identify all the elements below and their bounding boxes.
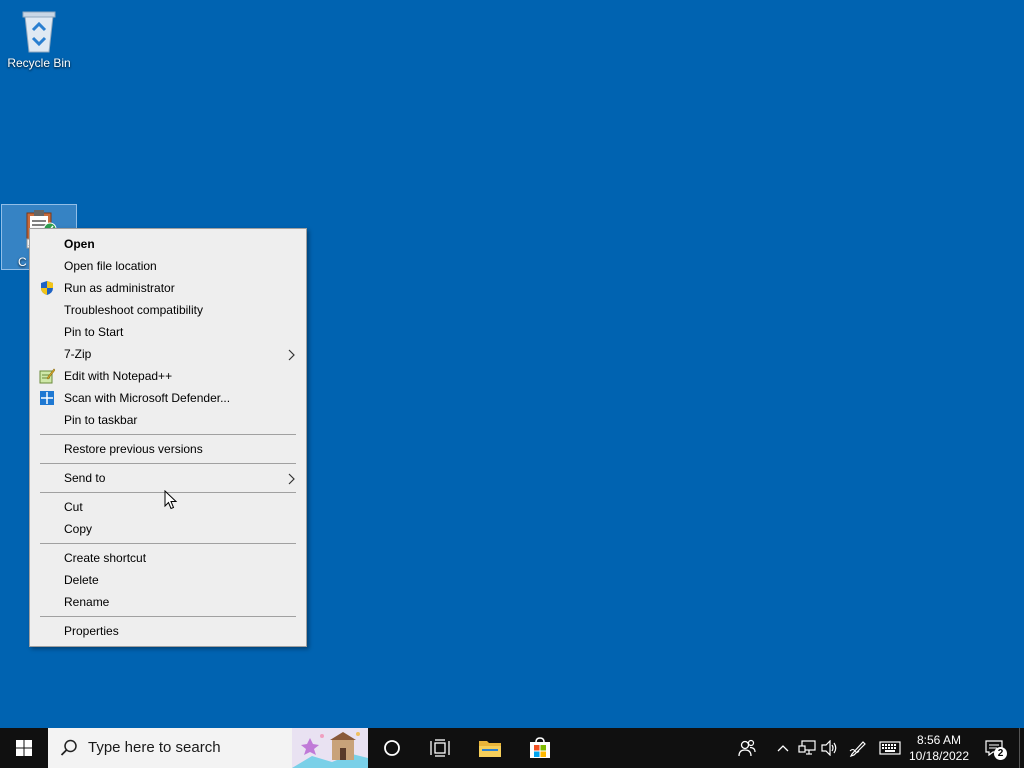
- menu-item-label: Pin to Start: [64, 325, 124, 339]
- touch-keyboard-icon: [879, 741, 901, 755]
- microsoft-store-icon: [530, 737, 550, 758]
- menu-item-create-shortcut[interactable]: Create shortcut: [30, 547, 306, 569]
- menu-item-open[interactable]: Open: [30, 233, 306, 255]
- notification-count-badge: 2: [994, 747, 1007, 760]
- defender-icon: [39, 390, 55, 406]
- people-button[interactable]: [734, 728, 760, 768]
- file-explorer-button[interactable]: [468, 728, 512, 768]
- volume-button[interactable]: [819, 728, 841, 768]
- menu-item-label: Cut: [64, 500, 83, 514]
- show-desktop-button[interactable]: [1019, 728, 1024, 768]
- cortana-button[interactable]: [372, 728, 412, 768]
- desktop-icon-label: Recycle Bin: [7, 56, 71, 70]
- menu-item-label: Copy: [64, 522, 93, 536]
- menu-item-label: Restore previous versions: [64, 442, 203, 456]
- clock-date: 10/18/2022: [908, 749, 970, 763]
- menu-item-label: Run as administrator: [64, 281, 175, 295]
- search-highlight-illustration-icon[interactable]: [292, 728, 368, 768]
- menu-item-pin-to-taskbar[interactable]: Pin to taskbar: [30, 409, 306, 431]
- taskbar: Type here to search 8:56 AM 10/18/2022 2: [0, 728, 1024, 768]
- windows-ink-button[interactable]: [846, 728, 870, 768]
- menu-item-label: Rename: [64, 595, 110, 609]
- taskbar-clock[interactable]: 8:56 AM 10/18/2022: [904, 728, 974, 768]
- menu-item-delete[interactable]: Delete: [30, 569, 306, 591]
- menu-item-scan-with-microsoft-defender[interactable]: Scan with Microsoft Defender...: [30, 387, 306, 409]
- menu-item-label: Send to: [64, 471, 106, 485]
- menu-item-label: Properties: [64, 624, 119, 638]
- menu-item-pin-to-start[interactable]: Pin to Start: [30, 321, 306, 343]
- notification-icon-wrap: 2: [985, 740, 1007, 760]
- network-icon: [798, 740, 816, 755]
- menu-item-properties[interactable]: Properties: [30, 620, 306, 642]
- start-button[interactable]: [0, 728, 48, 768]
- menu-item-label: Open file location: [64, 259, 157, 273]
- task-view-button[interactable]: [418, 728, 462, 768]
- chevron-right-icon: [288, 343, 296, 365]
- menu-item-run-as-administrator[interactable]: Run as administrator: [30, 277, 306, 299]
- menu-item-label: Scan with Microsoft Defender...: [64, 391, 231, 405]
- menu-item-restore-previous-versions[interactable]: Restore previous versions: [30, 438, 306, 460]
- clock-time: 8:56 AM: [916, 733, 962, 747]
- touch-keyboard-button[interactable]: [876, 728, 904, 768]
- show-hidden-icons-button[interactable]: [772, 728, 794, 768]
- file-explorer-icon: [479, 741, 501, 757]
- uac-shield-icon: [39, 280, 55, 296]
- volume-icon: [821, 740, 837, 756]
- menu-item-troubleshoot-compatibility[interactable]: Troubleshoot compatibility: [30, 299, 306, 321]
- menu-item-edit-with-notepad[interactable]: Edit with Notepad++: [30, 365, 306, 387]
- menu-separator: [40, 616, 296, 617]
- microsoft-store-button[interactable]: [518, 728, 562, 768]
- context-menu: Open Open file location Run as administrat…: [29, 228, 307, 647]
- desktop-icon-recycle-bin[interactable]: Recycle Bin: [1, 6, 77, 70]
- menu-item-label: Delete: [64, 573, 99, 587]
- menu-separator: [40, 463, 296, 464]
- menu-separator: [40, 434, 296, 435]
- menu-item-7-zip[interactable]: 7-Zip: [30, 343, 306, 365]
- taskbar-search-box[interactable]: Type here to search: [48, 728, 368, 768]
- windows-logo-icon: [16, 740, 32, 756]
- network-button[interactable]: [796, 728, 818, 768]
- menu-item-label: Edit with Notepad++: [64, 369, 173, 383]
- menu-item-copy[interactable]: Copy: [30, 518, 306, 540]
- notepad-plus-plus-icon: [39, 368, 56, 384]
- pen-icon: [849, 741, 866, 757]
- task-view-icon: [430, 739, 450, 757]
- people-icon: [738, 739, 756, 757]
- search-placeholder: Type here to search: [88, 739, 221, 756]
- menu-item-send-to[interactable]: Send to: [30, 467, 306, 489]
- menu-item-label: Open: [64, 237, 95, 251]
- action-center-button[interactable]: 2: [978, 728, 1010, 768]
- menu-item-label: Troubleshoot compatibility: [64, 303, 203, 317]
- menu-separator: [40, 543, 296, 544]
- menu-item-open-file-location[interactable]: Open file location: [30, 255, 306, 277]
- menu-item-label: Create shortcut: [64, 551, 147, 565]
- menu-item-label: 7-Zip: [64, 347, 92, 361]
- menu-item-rename[interactable]: Rename: [30, 591, 306, 613]
- mouse-cursor-icon: [164, 490, 178, 510]
- search-icon: [60, 739, 77, 756]
- chevron-up-icon: [777, 745, 789, 752]
- cortana-icon: [384, 740, 400, 756]
- chevron-right-icon: [288, 467, 296, 489]
- menu-item-label: Pin to taskbar: [64, 413, 138, 427]
- recycle-bin-icon: [22, 11, 56, 53]
